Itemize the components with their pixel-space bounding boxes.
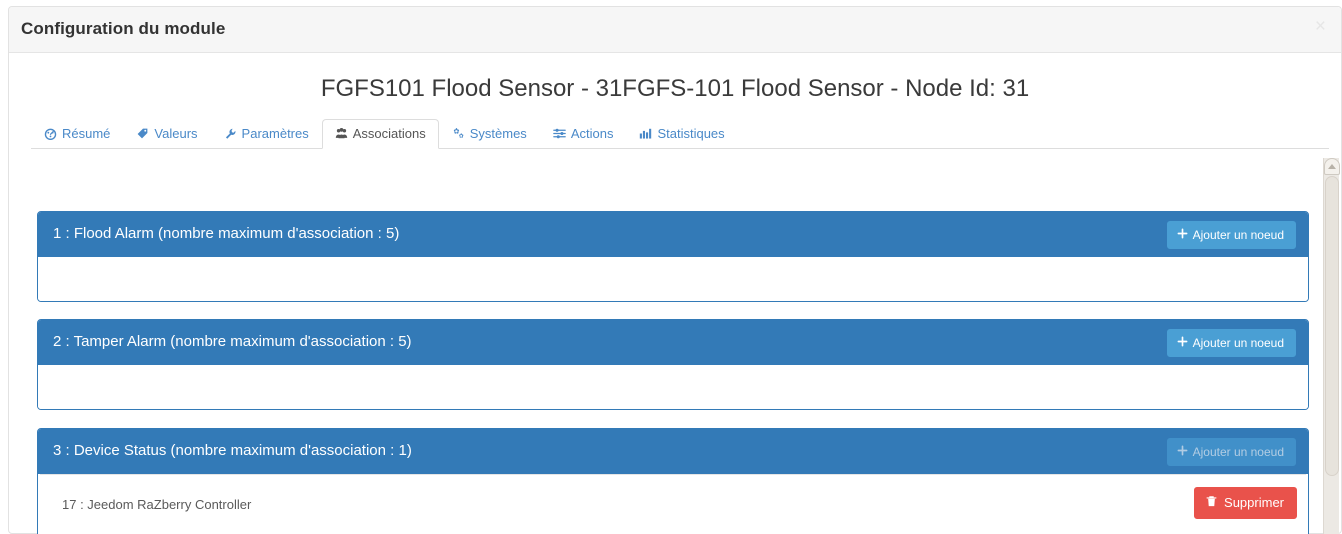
- tab-item: Paramètres: [211, 119, 322, 149]
- tab-item: Valeurs: [123, 119, 210, 149]
- tab-valeurs[interactable]: Valeurs: [123, 119, 210, 149]
- association-group-panel: 3 : Device Status (nombre maximum d'asso…: [37, 428, 1309, 534]
- bar-chart-icon: [639, 127, 652, 140]
- plus-icon: [1177, 336, 1188, 349]
- tab-item: Actions: [540, 119, 627, 149]
- tab-label: Associations: [352, 126, 426, 141]
- modal-header: Configuration du module ×: [9, 7, 1341, 53]
- association-group-panel: 1 : Flood Alarm (nombre maximum d'associ…: [37, 211, 1309, 302]
- module-configuration-modal: Configuration du module × FGFS101 Flood …: [8, 6, 1342, 534]
- page-title: FGFS101 Flood Sensor - 31FGFS-101 Flood …: [320, 75, 1030, 102]
- modal-title: Configuration du module: [21, 19, 226, 38]
- tab-label: Résumé: [62, 126, 111, 141]
- add-node-label: Ajouter un noeud: [1192, 335, 1284, 350]
- tab-label: Systèmes: [469, 126, 527, 141]
- delete-node-button[interactable]: Supprimer: [1194, 487, 1297, 519]
- tag-icon: [136, 127, 149, 140]
- tab-bar: Résumé Valeurs Paramètres Associations Systè…: [31, 117, 1329, 149]
- tab-label: Actions: [570, 126, 614, 141]
- scroll-up-arrow-icon[interactable]: [1324, 158, 1340, 175]
- tab-resume[interactable]: Résumé: [31, 119, 123, 149]
- add-node-label: Ajouter un noeud: [1192, 227, 1284, 242]
- associations-scroll-area: 1 : Flood Alarm (nombre maximum d'associ…: [9, 158, 1341, 534]
- tab-associations[interactable]: Associations: [321, 119, 439, 149]
- plus-icon: [1177, 445, 1188, 458]
- tab-parametres[interactable]: Paramètres: [211, 119, 322, 149]
- association-group-header: 2 : Tamper Alarm (nombre maximum d'assoc…: [38, 320, 1308, 365]
- tab-statistiques[interactable]: Statistiques: [626, 119, 737, 149]
- association-group-title: 3 : Device Status (nombre maximum d'asso…: [53, 442, 412, 459]
- delete-node-label: Supprimer: [1224, 495, 1284, 510]
- tab-item: Systèmes: [439, 119, 540, 149]
- associated-node-label: 17 : Jeedom RaZberry Controller: [62, 497, 252, 512]
- association-group-body: [38, 257, 1308, 301]
- trash-icon: [1205, 495, 1218, 510]
- modal-body: FGFS101 Flood Sensor - 31FGFS-101 Flood …: [9, 53, 1341, 534]
- add-node-label: Ajouter un noeud: [1192, 444, 1284, 459]
- association-group-header: 1 : Flood Alarm (nombre maximum d'associ…: [38, 212, 1308, 257]
- tab-item: Statistiques: [626, 119, 737, 149]
- cogs-icon: [452, 127, 465, 140]
- plus-icon: [1177, 228, 1188, 241]
- association-group-body: [38, 365, 1308, 409]
- tab-item: Résumé: [31, 119, 123, 149]
- tab-label: Statistiques: [657, 126, 725, 141]
- add-node-button[interactable]: Ajouter un noeud: [1166, 221, 1296, 249]
- tab-label: Valeurs: [154, 126, 198, 141]
- tab-label: Paramètres: [241, 126, 309, 141]
- close-icon[interactable]: ×: [1310, 15, 1331, 38]
- scrollbar-thumb[interactable]: [1325, 176, 1339, 476]
- add-node-button[interactable]: Ajouter un noeud: [1166, 329, 1296, 357]
- association-group-title: 2 : Tamper Alarm (nombre maximum d'assoc…: [53, 333, 412, 350]
- tab-item: Associations: [321, 119, 439, 149]
- wrench-icon: [224, 127, 237, 140]
- association-group-header: 3 : Device Status (nombre maximum d'asso…: [38, 429, 1308, 474]
- users-icon: [335, 127, 348, 140]
- dashboard-icon: [44, 127, 57, 140]
- vertical-scrollbar[interactable]: [1323, 158, 1340, 534]
- sliders-icon: [553, 127, 566, 140]
- add-node-button: Ajouter un noeud: [1166, 438, 1296, 466]
- association-group-panel: 2 : Tamper Alarm (nombre maximum d'assoc…: [37, 319, 1309, 410]
- association-group-title: 1 : Flood Alarm (nombre maximum d'associ…: [53, 225, 400, 242]
- association-group-body: 17 : Jeedom RaZberry Controller Supprimer: [38, 474, 1308, 534]
- associated-node-row: 17 : Jeedom RaZberry Controller Supprimer: [40, 474, 1306, 534]
- tab-systemes[interactable]: Systèmes: [439, 119, 540, 149]
- tab-actions[interactable]: Actions: [540, 119, 627, 149]
